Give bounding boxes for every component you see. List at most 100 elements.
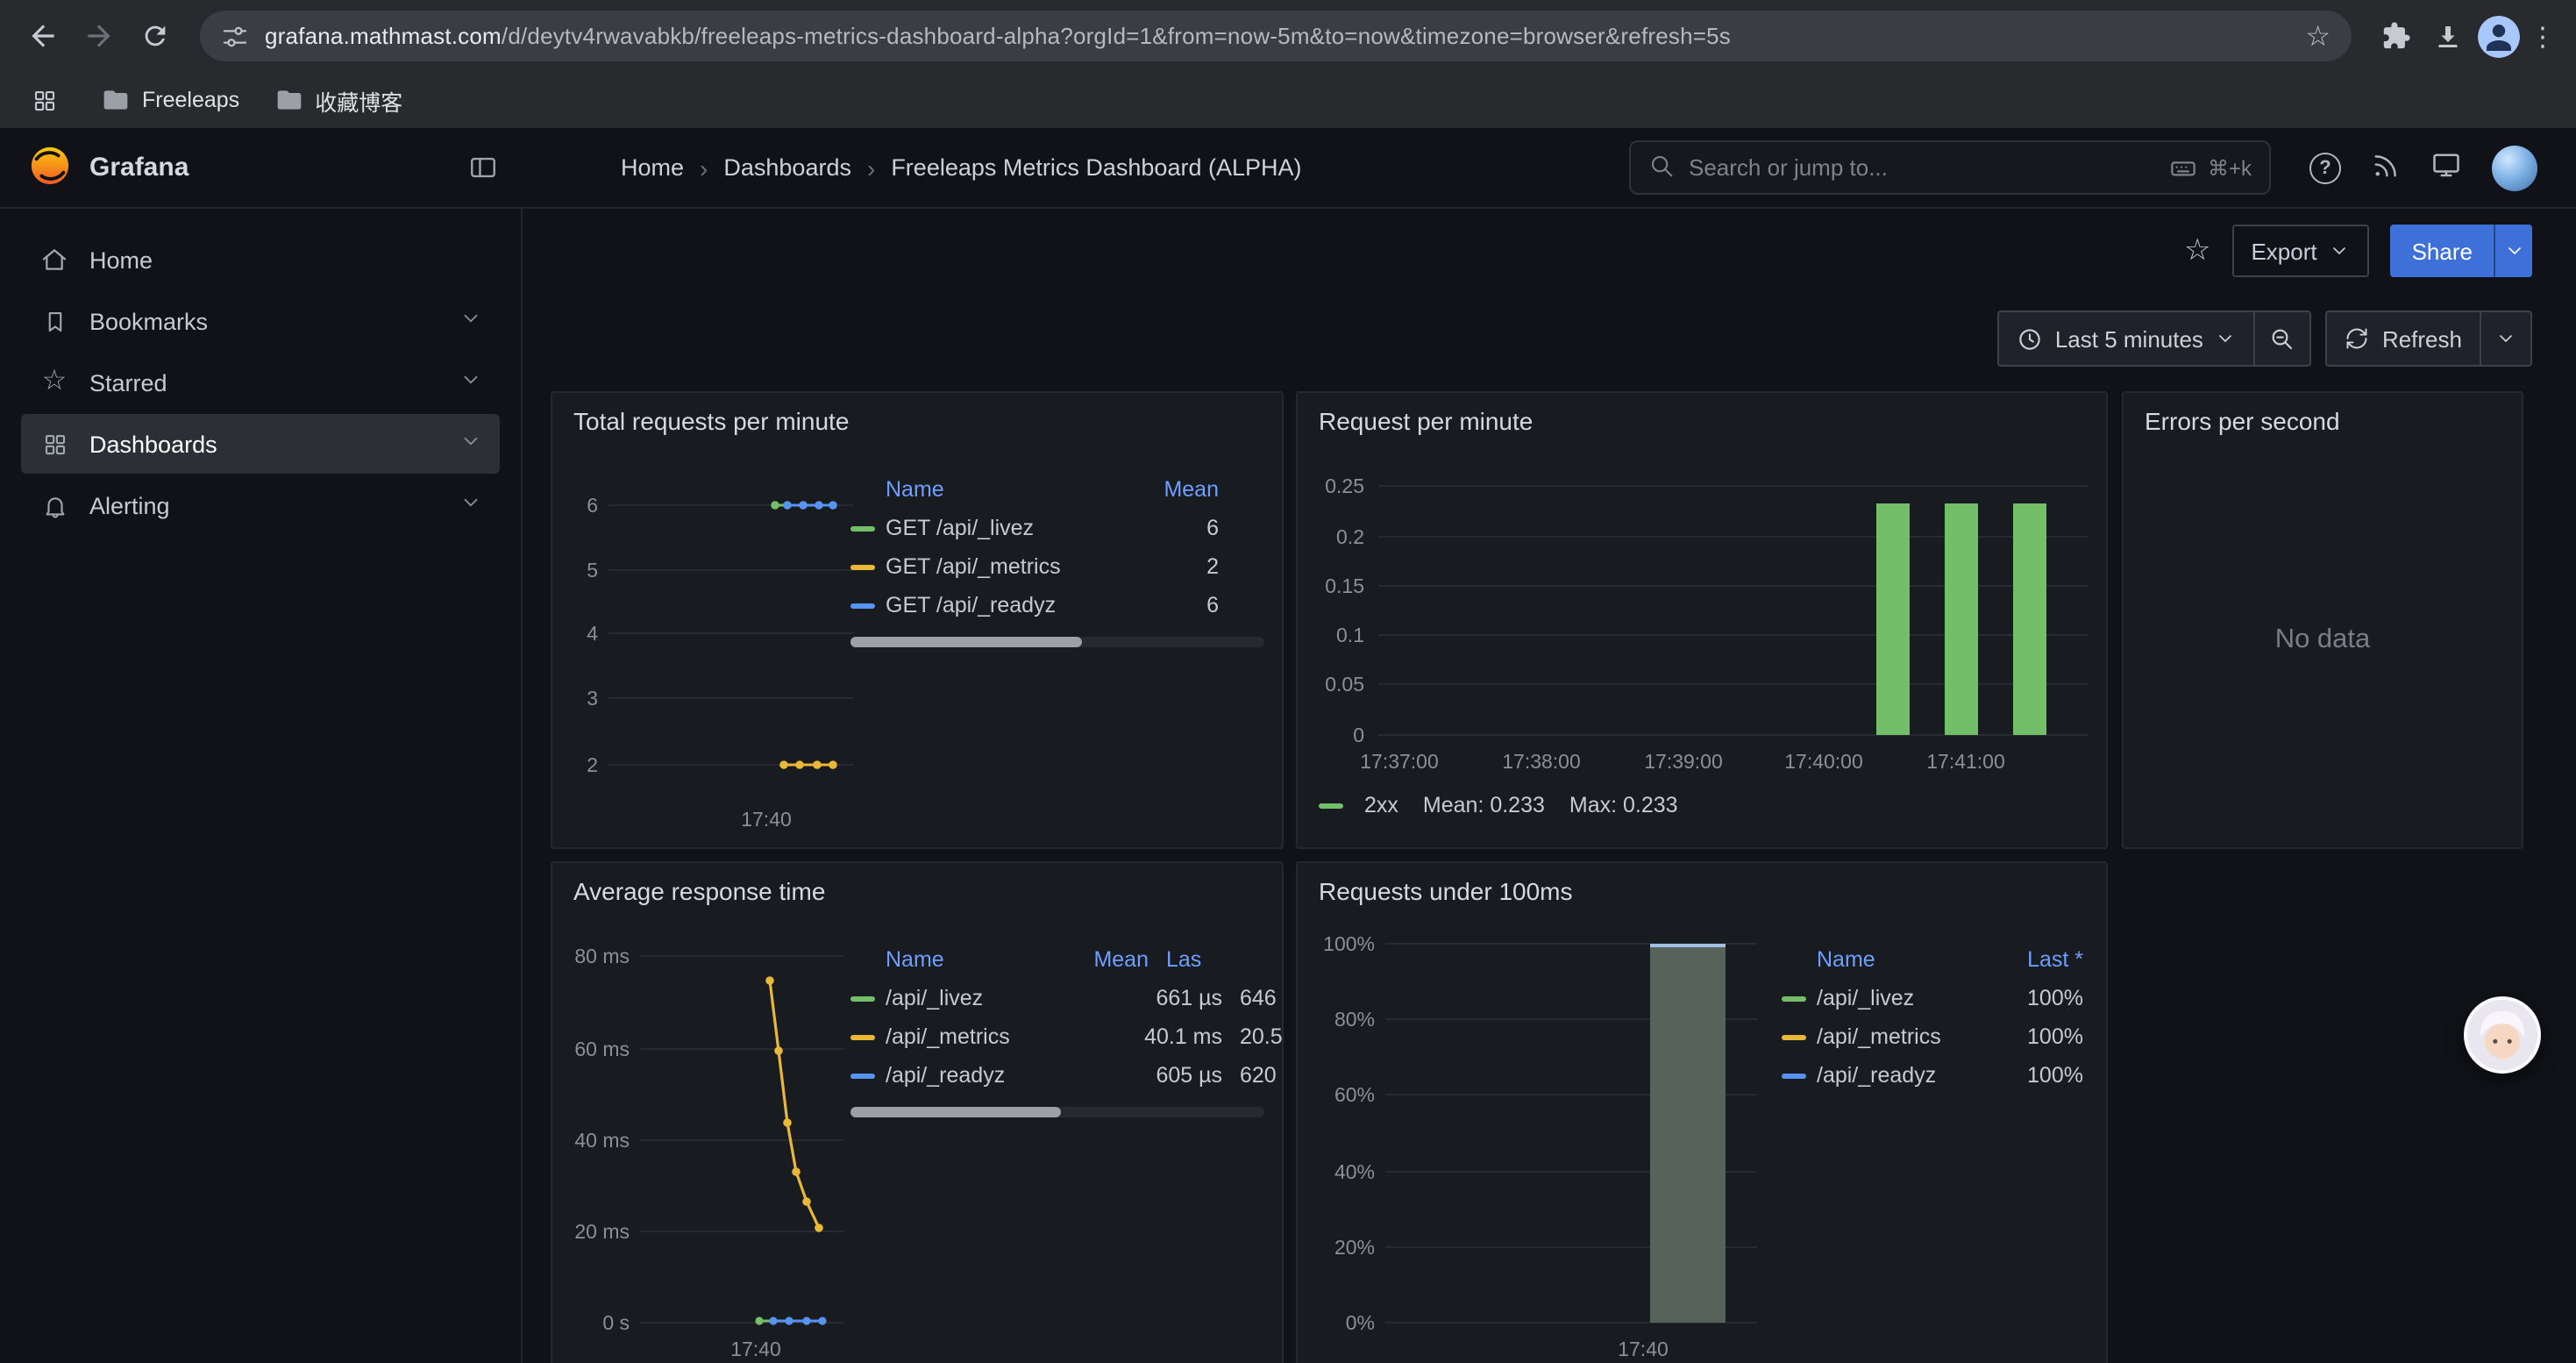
collapse-menu-icon[interactable] — [468, 153, 498, 182]
series-color-icon[interactable] — [1782, 995, 1806, 1001]
browser-menu-icon[interactable]: ⋮ — [2527, 13, 2558, 59]
svg-text:20 ms: 20 ms — [574, 1220, 630, 1243]
share-button[interactable]: Share — [2391, 225, 2494, 277]
zoom-out-button[interactable] — [2254, 312, 2310, 365]
legend-header-name[interactable]: Name — [886, 477, 1131, 502]
sidebar-item-label: Dashboards — [89, 431, 217, 457]
series-mean: 40.1 ms — [1121, 1024, 1222, 1049]
series-color-icon[interactable] — [850, 1034, 875, 1039]
apps-grid-icon[interactable] — [21, 77, 67, 123]
series-name[interactable]: GET /api/_readyz — [886, 593, 1131, 617]
refresh-interval-caret[interactable] — [2480, 312, 2530, 365]
dashboard-main: ☆ Export Share Last 5 minutes — [523, 209, 2576, 1363]
sidebar-item-dashboards[interactable]: Dashboards — [21, 414, 500, 474]
user-avatar[interactable] — [2492, 145, 2537, 190]
refresh-button[interactable]: Refresh — [2328, 312, 2480, 365]
legend-row: GET /api/_readyz 6 — [850, 586, 1264, 624]
favorite-star-icon[interactable]: ☆ — [2184, 233, 2211, 268]
svg-text:17:37:00: 17:37:00 — [1360, 750, 1439, 773]
series-color-icon[interactable] — [1782, 1034, 1806, 1039]
legend-header-name[interactable]: Name — [1817, 947, 1992, 972]
chevron-down-icon[interactable] — [459, 368, 482, 396]
downloads-icon[interactable] — [2425, 13, 2471, 59]
breadcrumb: Home › Dashboards › Freeleaps Metrics Da… — [621, 153, 1302, 182]
series-color-icon[interactable] — [850, 603, 875, 608]
breadcrumb-dashboards[interactable]: Dashboards — [723, 154, 851, 181]
search-input[interactable] — [1689, 154, 2155, 181]
display-icon[interactable] — [2430, 149, 2462, 186]
panel-errors-per-second[interactable]: Errors per second No data — [2122, 391, 2523, 849]
series-color-icon[interactable] — [850, 995, 875, 1001]
sidebar-item-home[interactable]: Home — [21, 230, 500, 289]
extensions-icon[interactable] — [2373, 13, 2418, 59]
panel-title[interactable]: Average response time — [552, 863, 1282, 905]
series-name[interactable]: /api/_metrics — [886, 1024, 1121, 1049]
panel-avg-response-time[interactable]: Average response time 80 ms 60 ms 40 ms … — [551, 861, 1284, 1363]
zoom-out-icon — [2270, 325, 2296, 352]
svg-text:17:39:00: 17:39:00 — [1644, 750, 1723, 773]
legend-header-last[interactable]: Las — [1149, 947, 1233, 972]
legend-header-last[interactable]: Last * — [1992, 947, 2083, 972]
series-color-icon[interactable] — [1319, 803, 1343, 808]
sidebar-item-label: Home — [89, 246, 153, 273]
search-box[interactable]: ⌘+k — [1629, 140, 2271, 195]
share-button-group: Share — [2391, 225, 2532, 277]
legend-scrollbar[interactable] — [850, 1107, 1264, 1117]
legend-header-mean[interactable]: Mean — [1047, 947, 1149, 972]
svg-text:17:40: 17:40 — [730, 1338, 781, 1360]
forward-icon[interactable] — [74, 11, 123, 61]
bookmark-star-icon[interactable]: ☆ — [2305, 18, 2330, 54]
panel-title[interactable]: Requests under 100ms — [1298, 863, 2106, 905]
chevron-down-icon[interactable] — [459, 430, 482, 458]
under-100ms-chart[interactable]: 100% 80% 60% 40% 20% 0% 17:40 — [1298, 930, 1771, 1363]
news-rss-icon[interactable] — [2371, 150, 2401, 185]
series-name[interactable]: /api/_readyz — [1817, 1063, 1992, 1088]
bookmark-favorite-blogs[interactable]: 收藏博客 — [274, 83, 402, 117]
export-button[interactable]: Export — [2231, 225, 2369, 277]
legend-header-name[interactable]: Name — [886, 947, 1047, 972]
back-icon[interactable] — [18, 11, 67, 61]
series-name[interactable]: GET /api/_livez — [886, 516, 1131, 540]
series-name[interactable]: /api/_livez — [886, 986, 1121, 1010]
panel-request-per-minute[interactable]: Request per minute 0.25 0.2 0.15 0.1 0.0… — [1296, 391, 2108, 849]
total-requests-chart[interactable]: 6 5 4 3 2 17:40 — [563, 477, 865, 838]
svg-text:20%: 20% — [1334, 1236, 1375, 1259]
series-name[interactable]: /api/_livez — [1817, 986, 1992, 1010]
help-icon[interactable]: ? — [2309, 152, 2341, 183]
browser-profile-avatar[interactable] — [2478, 15, 2520, 57]
series-name[interactable]: /api/_readyz — [886, 1063, 1121, 1088]
sidebar-item-alerting[interactable]: Alerting — [21, 475, 500, 535]
request-per-minute-chart[interactable]: 0.25 0.2 0.15 0.1 0.05 0 17:37:00 17:38:… — [1298, 470, 2108, 779]
time-range-picker[interactable]: Last 5 minutes — [1999, 312, 2254, 365]
svg-text:6: 6 — [587, 494, 598, 517]
avg-response-chart[interactable]: 80 ms 60 ms 40 ms 20 ms 0 s 17:40 — [552, 940, 854, 1363]
site-settings-icon[interactable] — [221, 22, 249, 50]
breadcrumb-home[interactable]: Home — [621, 154, 684, 181]
sidebar-item-starred[interactable]: ☆ Starred — [21, 353, 500, 412]
chevron-down-icon[interactable] — [459, 307, 482, 335]
svg-text:3: 3 — [587, 687, 598, 710]
series-name[interactable]: 2xx — [1364, 793, 1398, 817]
legend-header-mean[interactable]: Mean — [1131, 477, 1219, 502]
svg-text:17:40: 17:40 — [741, 808, 792, 831]
chevron-down-icon[interactable] — [459, 491, 482, 519]
legend-scrollbar[interactable] — [850, 637, 1264, 647]
panel-title[interactable]: Total requests per minute — [552, 393, 1282, 435]
panel-total-requests[interactable]: Total requests per minute 6 5 4 3 2 — [551, 391, 1284, 849]
svg-text:0%: 0% — [1346, 1311, 1375, 1334]
series-color-icon[interactable] — [850, 525, 875, 531]
reload-icon[interactable] — [130, 11, 179, 61]
grafana-logo-icon[interactable] — [28, 143, 72, 192]
address-bar[interactable]: grafana.mathmast.com/d/deytv4rwavabkb/fr… — [200, 11, 2352, 61]
sidebar-item-bookmarks[interactable]: Bookmarks — [21, 291, 500, 351]
series-color-icon[interactable] — [1782, 1073, 1806, 1078]
series-color-icon[interactable] — [850, 564, 875, 569]
series-name[interactable]: /api/_metrics — [1817, 1024, 1992, 1049]
assistant-avatar-button[interactable] — [2464, 996, 2541, 1074]
series-color-icon[interactable] — [850, 1073, 875, 1078]
panel-requests-under-100ms[interactable]: Requests under 100ms 100% 80% 60% 40% 20… — [1296, 861, 2108, 1363]
bookmark-freeleaps[interactable]: Freeleaps — [102, 86, 239, 114]
share-caret-button[interactable] — [2494, 225, 2532, 277]
panel-title[interactable]: Request per minute — [1298, 393, 2106, 435]
series-name[interactable]: GET /api/_metrics — [886, 554, 1131, 579]
